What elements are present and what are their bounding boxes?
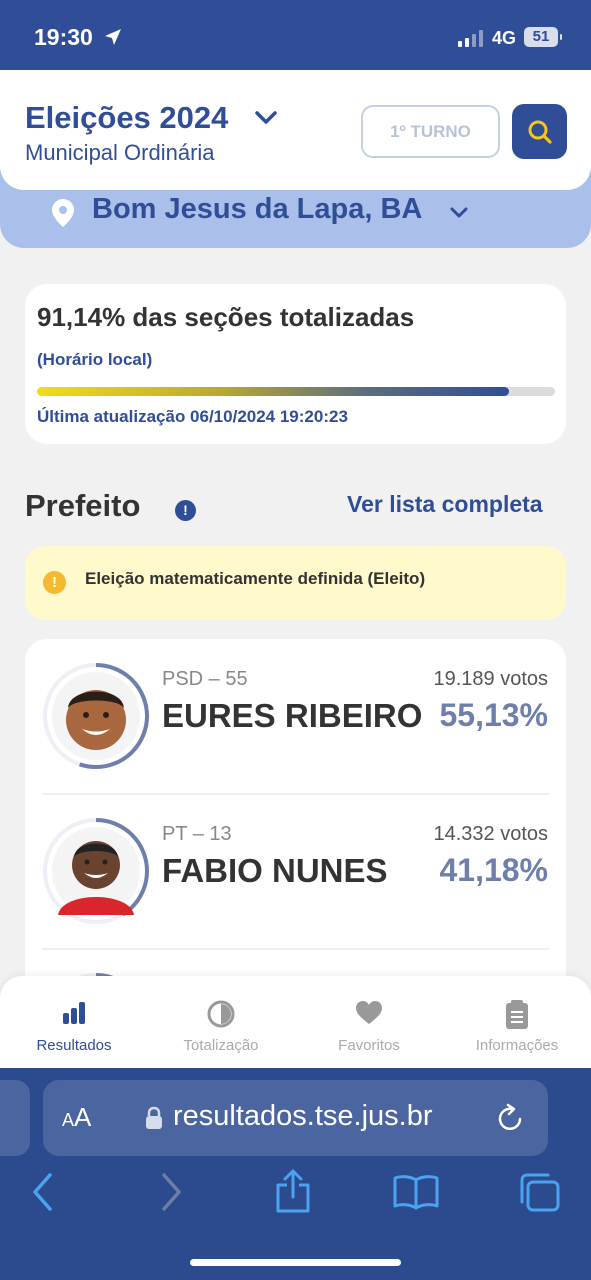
tabs-icon[interactable] — [518, 1172, 562, 1214]
turno-button[interactable]: 1º TURNO — [361, 105, 500, 158]
candidate-name: EURES RIBEIRO — [162, 697, 423, 734]
chevron-down-icon[interactable] — [254, 110, 278, 126]
warning-icon: ! — [43, 571, 66, 594]
candidate-percent: 41,18% — [439, 852, 548, 888]
tab-favoritos[interactable]: Favoritos — [299, 976, 439, 1068]
app-header: Eleições 2024 Municipal Ordinária 1º TUR… — [0, 70, 591, 190]
tab-resultados[interactable]: Resultados — [4, 976, 144, 1068]
pie-chart-icon — [207, 1000, 235, 1028]
location-arrow-icon — [105, 29, 121, 45]
bottom-tab-bar: Resultados Totalização Favoritos Informa… — [0, 976, 591, 1068]
section-title: Prefeito — [25, 488, 141, 523]
share-icon[interactable] — [274, 1168, 312, 1214]
totalization-progress-bar — [37, 387, 555, 396]
search-icon — [528, 120, 552, 144]
url-text[interactable]: resultados.tse.jus.br — [173, 1100, 433, 1133]
candidate-row[interactable]: PSD – 55 EURES RIBEIRO 19.189 votos 55,1… — [25, 639, 566, 793]
search-button[interactable] — [512, 104, 567, 159]
candidate-row[interactable]: PT – 13 FABIO NUNES 14.332 votos 41,18% — [25, 794, 566, 948]
divider — [42, 948, 549, 950]
address-bar[interactable]: AA resultados.tse.jus.br — [43, 1080, 548, 1156]
election-subtitle: Municipal Ordinária — [25, 140, 215, 165]
tab-label: Favoritos — [338, 1037, 400, 1054]
totalization-card: 91,14% das seções totalizadas (Horário l… — [25, 284, 566, 444]
forward-icon[interactable] — [158, 1172, 184, 1212]
candidate-avatar — [43, 663, 149, 769]
candidate-name: FABIO NUNES — [162, 852, 388, 889]
heart-icon — [356, 1001, 382, 1024]
status-bar: 19:30 4G 51 — [0, 0, 591, 80]
alert-text: Eleição matematicamente definida (Eleito… — [85, 569, 426, 588]
previous-tab-preview[interactable] — [0, 1080, 30, 1156]
bar-chart-icon — [63, 1002, 85, 1024]
elected-alert: ! Eleição matematicamente definida (Elei… — [25, 546, 566, 620]
battery-icon: 51 — [524, 27, 562, 47]
view-full-list-link[interactable]: Ver lista completa — [347, 491, 543, 518]
candidate-votes: 19.189 votos — [433, 668, 548, 690]
candidate-party: PSD – 55 — [162, 668, 248, 690]
candidate-avatar — [43, 818, 149, 924]
lock-icon — [146, 1106, 162, 1129]
text-size-button[interactable]: AA — [62, 1102, 91, 1133]
totalization-title: 91,14% das seções totalizadas — [37, 302, 415, 332]
info-icon[interactable]: ! — [175, 500, 196, 521]
back-icon[interactable] — [30, 1172, 56, 1212]
candidate-percent: 55,13% — [439, 697, 548, 733]
browser-toolbar: AA resultados.tse.jus.br — [0, 1068, 591, 1280]
clipboard-icon — [506, 1000, 528, 1029]
city-name[interactable]: Bom Jesus da Lapa, BA — [92, 193, 422, 226]
reload-icon[interactable] — [494, 1102, 526, 1134]
tab-label: Resultados — [36, 1037, 112, 1054]
home-indicator[interactable] — [190, 1259, 401, 1266]
last-update: Última atualização 06/10/2024 19:20:23 — [37, 407, 348, 426]
map-pin-icon — [52, 199, 74, 227]
status-time: 19:30 — [34, 24, 93, 50]
tab-informacoes[interactable]: Informações — [447, 976, 587, 1068]
signal-icon — [458, 30, 483, 47]
bookmarks-icon[interactable] — [393, 1174, 439, 1210]
chevron-down-icon[interactable] — [450, 207, 468, 219]
local-time-label: (Horário local) — [37, 350, 153, 369]
election-title[interactable]: Eleições 2024 — [25, 100, 228, 136]
candidate-votes: 14.332 votos — [433, 823, 548, 845]
candidate-party: PT – 13 — [162, 823, 232, 845]
totalization-progress-fill — [37, 387, 510, 396]
tab-label: Totalização — [183, 1037, 259, 1054]
tab-label: Informações — [475, 1037, 559, 1054]
candidates-card: PSD – 55 EURES RIBEIRO 19.189 votos 55,1… — [25, 639, 566, 999]
network-type: 4G — [492, 28, 517, 48]
tab-totalizacao[interactable]: Totalização — [151, 976, 291, 1068]
